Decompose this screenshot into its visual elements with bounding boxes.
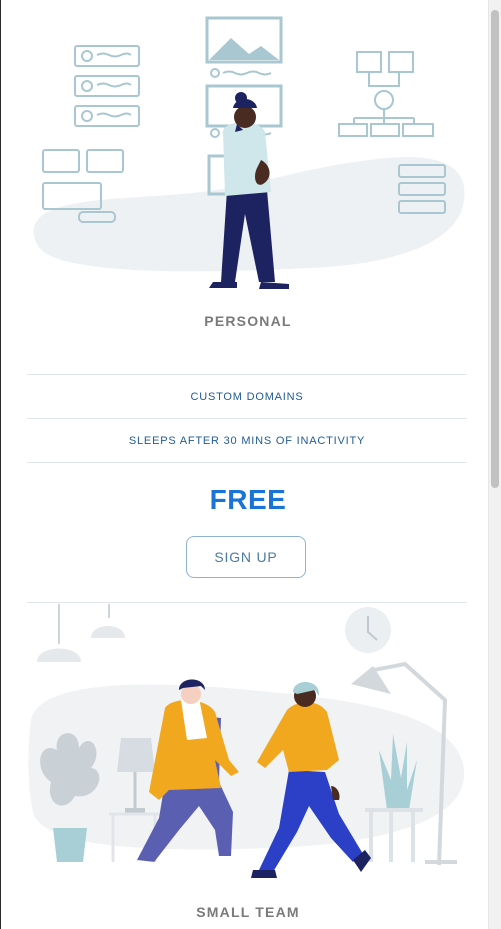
plan-name: SMALL TEAM	[196, 904, 300, 920]
pricing-page: PERSONAL CUSTOM DOMAINS SLEEPS AFTER 30 …	[0, 0, 501, 929]
plan-name: PERSONAL	[204, 313, 292, 329]
personal-plan-illustration	[33, 16, 465, 289]
small-team-plan-illustration	[28, 604, 465, 878]
feature-item: CUSTOM DOMAINS	[27, 374, 467, 419]
scrollbar-thumb[interactable]	[491, 10, 499, 488]
window-edge	[0, 0, 9, 929]
feature-item: SLEEPS AFTER 30 MINS OF INACTIVITY	[27, 418, 467, 463]
plan-card-personal: PERSONAL CUSTOM DOMAINS SLEEPS AFTER 30 …	[9, 0, 487, 929]
sign-up-button[interactable]: SIGN UP	[186, 536, 306, 578]
feature-divider	[27, 462, 467, 463]
scrollbar[interactable]	[488, 0, 501, 929]
plan-price: FREE	[209, 484, 287, 515]
